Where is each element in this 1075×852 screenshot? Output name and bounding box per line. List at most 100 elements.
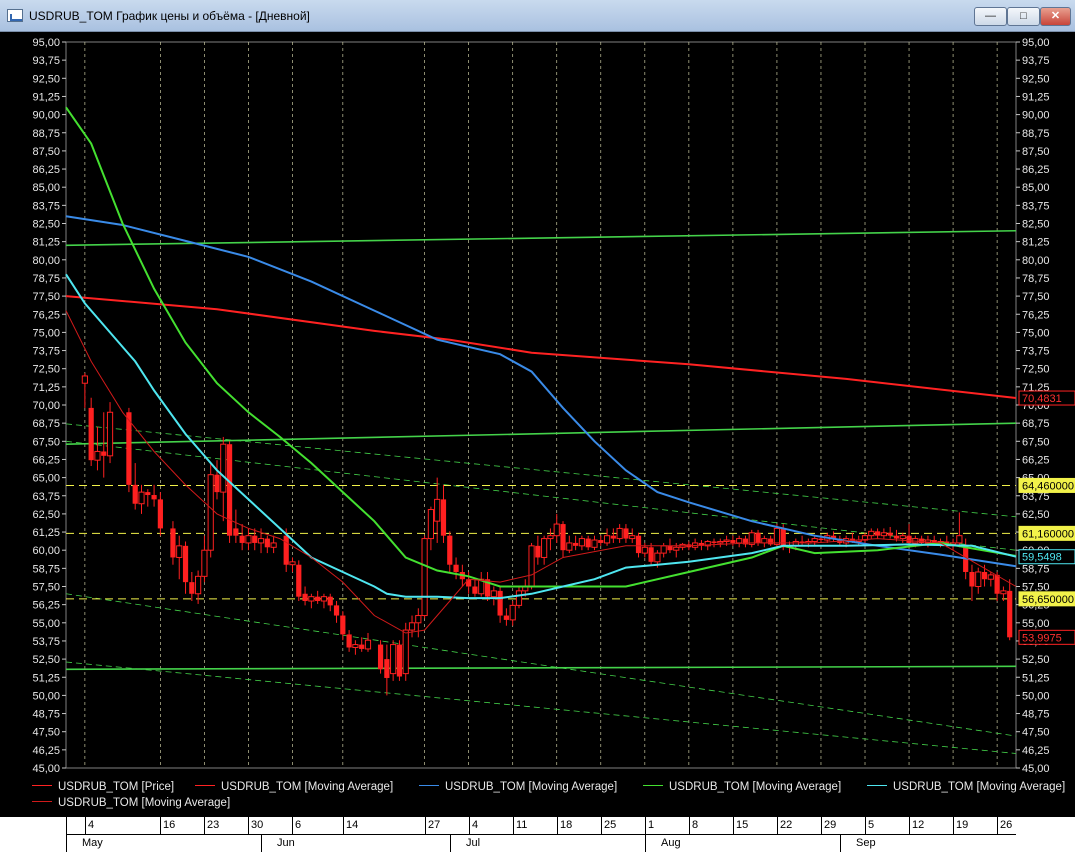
- candle-body[interactable]: [956, 535, 963, 544]
- candle-body[interactable]: [434, 498, 441, 522]
- candle-body[interactable]: [553, 523, 560, 537]
- candle-body[interactable]: [220, 443, 227, 493]
- candle-body[interactable]: [239, 535, 245, 543]
- candle-body[interactable]: [755, 532, 761, 543]
- candle-body[interactable]: [497, 590, 503, 616]
- candle-body[interactable]: [560, 524, 566, 551]
- candle-body[interactable]: [377, 644, 384, 670]
- candle-body[interactable]: [346, 634, 352, 648]
- candle-body[interactable]: [667, 545, 673, 551]
- candle-body[interactable]: [1000, 590, 1007, 595]
- candle-body[interactable]: [384, 659, 390, 678]
- candle-body[interactable]: [88, 407, 94, 461]
- candle-body[interactable]: [535, 545, 541, 558]
- candle-body[interactable]: [515, 590, 523, 606]
- candle-body[interactable]: [578, 538, 585, 547]
- candle-body[interactable]: [1007, 590, 1013, 638]
- candle-body[interactable]: [509, 604, 516, 621]
- candle-body[interactable]: [717, 540, 724, 544]
- candle-body[interactable]: [151, 495, 157, 500]
- candle-body[interactable]: [573, 542, 579, 546]
- candle-body[interactable]: [472, 586, 478, 594]
- candle-body[interactable]: [566, 542, 573, 551]
- candle-body[interactable]: [591, 539, 598, 548]
- price-chart[interactable]: 95,00 95,00 93,75 93,75 92,50 92,50 91,25 91,25…: [0, 32, 1075, 778]
- candle-body[interactable]: [176, 545, 183, 558]
- candle-body[interactable]: [503, 615, 509, 620]
- candle-body[interactable]: [616, 527, 623, 540]
- candle-body[interactable]: [635, 535, 642, 554]
- candle-body[interactable]: [340, 615, 346, 635]
- candle-body[interactable]: [453, 564, 459, 572]
- candle-body[interactable]: [233, 528, 239, 536]
- candle-body[interactable]: [919, 538, 925, 543]
- candle-body[interactable]: [547, 535, 554, 540]
- candle-body[interactable]: [320, 596, 328, 602]
- candle-body[interactable]: [598, 540, 604, 543]
- candle-body[interactable]: [641, 546, 648, 554]
- candle-body[interactable]: [283, 535, 289, 565]
- candle-body[interactable]: [257, 538, 265, 544]
- candle-body[interactable]: [359, 644, 365, 649]
- candle-body[interactable]: [214, 474, 220, 493]
- legend-item-price[interactable]: USDRUB_TOM [Price]: [32, 781, 174, 797]
- candle-body[interactable]: [975, 571, 982, 587]
- candle-body[interactable]: [195, 575, 202, 595]
- candle-body[interactable]: [252, 535, 258, 543]
- candle-body[interactable]: [906, 535, 912, 543]
- candle-body[interactable]: [327, 596, 333, 606]
- candle-body[interactable]: [893, 535, 900, 539]
- candle-body[interactable]: [132, 484, 138, 504]
- legend-item-ma-green[interactable]: USDRUB_TOM [Moving Average]: [643, 781, 841, 797]
- candle-body[interactable]: [969, 571, 975, 587]
- legend-item-ma-darkred[interactable]: USDRUB_TOM [Moving Average]: [32, 797, 230, 813]
- candle-body[interactable]: [182, 545, 189, 583]
- candle-body[interactable]: [811, 538, 818, 542]
- candle-body[interactable]: [466, 579, 472, 587]
- candle-body[interactable]: [289, 561, 296, 566]
- candle-body[interactable]: [308, 596, 315, 602]
- candle-body[interactable]: [145, 492, 151, 496]
- candle-body[interactable]: [270, 542, 277, 548]
- candle-body[interactable]: [94, 450, 101, 461]
- candle-body[interactable]: [585, 538, 591, 548]
- candle-body[interactable]: [730, 540, 736, 543]
- candle-body[interactable]: [302, 593, 308, 602]
- candle-body[interactable]: [333, 605, 340, 616]
- candle-body[interactable]: [170, 528, 176, 558]
- candle-body[interactable]: [780, 528, 786, 548]
- candle-body[interactable]: [868, 530, 875, 537]
- candle-body[interactable]: [408, 622, 416, 631]
- candle-body[interactable]: [660, 545, 667, 554]
- candle-body[interactable]: [138, 491, 145, 505]
- candle-body[interactable]: [623, 528, 629, 539]
- candle-body[interactable]: [396, 644, 403, 677]
- candle-body[interactable]: [761, 538, 768, 544]
- candle-body[interactable]: [189, 582, 195, 594]
- candle-body[interactable]: [226, 444, 233, 536]
- candle-body[interactable]: [490, 590, 497, 598]
- maximize-button[interactable]: □: [1007, 7, 1040, 26]
- candle-body[interactable]: [201, 549, 208, 577]
- candle-body[interactable]: [421, 538, 428, 617]
- candle-body[interactable]: [352, 644, 359, 648]
- candle-body[interactable]: [245, 535, 252, 544]
- candle-body[interactable]: [415, 615, 422, 624]
- candle-body[interactable]: [899, 535, 906, 540]
- candle-body[interactable]: [981, 571, 988, 580]
- candle-body[interactable]: [768, 538, 774, 545]
- candle-body[interactable]: [610, 535, 616, 539]
- candle-body[interactable]: [648, 547, 654, 562]
- candle-body[interactable]: [654, 552, 661, 563]
- legend-item-ma-blue[interactable]: USDRUB_TOM [Moving Average]: [419, 781, 617, 797]
- candle-body[interactable]: [390, 644, 397, 675]
- candle-body[interactable]: [673, 546, 680, 551]
- candle-body[interactable]: [447, 535, 453, 565]
- candle-body[interactable]: [106, 411, 114, 457]
- candle-body[interactable]: [440, 499, 447, 536]
- legend-item-ma-red[interactable]: USDRUB_TOM [Moving Average]: [195, 781, 393, 797]
- candle-body[interactable]: [818, 538, 824, 541]
- candle-body[interactable]: [296, 564, 302, 597]
- candle-body[interactable]: [874, 531, 881, 536]
- candle-body[interactable]: [315, 596, 321, 602]
